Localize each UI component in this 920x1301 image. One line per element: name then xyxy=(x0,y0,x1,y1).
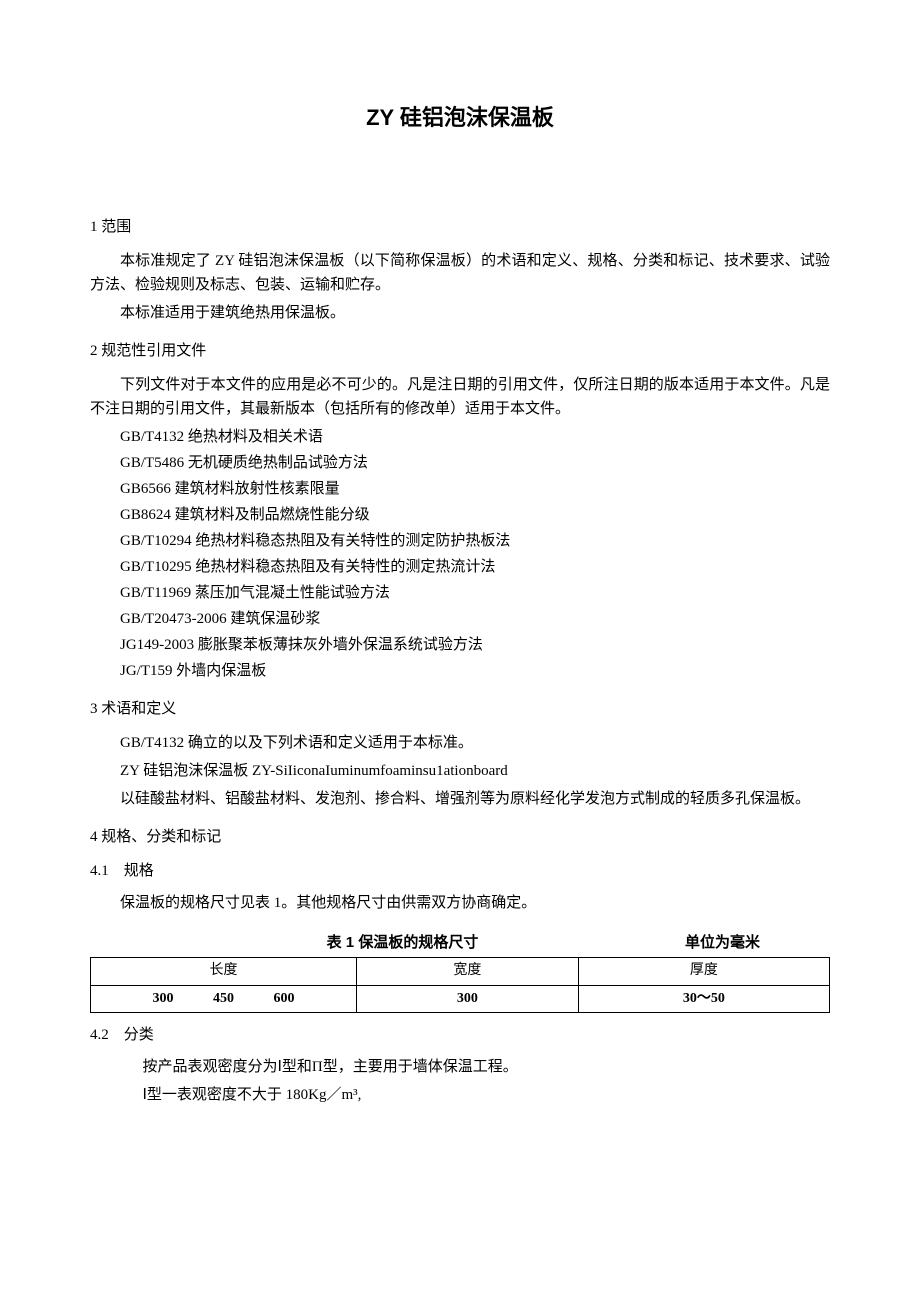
section-3-para-1: GB/T4132 确立的以及下列术语和定义适用于本标准。 xyxy=(90,731,830,755)
spec-table: 长度 宽度 厚度 300 450 600 300 30～50 xyxy=(90,957,830,1013)
section-3-heading: 3 术语和定义 xyxy=(90,697,830,721)
section-1-para-1: 本标准规定了 ZY 硅铝泡沫保温板（以下简称保温板）的术语和定义、规格、分类和标… xyxy=(90,249,830,297)
reference-item: GB6566 建筑材料放射性核素限量 xyxy=(120,477,830,501)
section-4-2-para-1: 按产品表观密度分为Ⅰ型和Π型，主要用于墙体保温工程。 xyxy=(113,1055,831,1079)
reference-item: GB/T20473-2006 建筑保温砂浆 xyxy=(120,607,830,631)
section-2-heading: 2 规范性引用文件 xyxy=(90,339,830,363)
section-4-heading: 4 规格、分类和标记 xyxy=(90,825,830,849)
table-header-width: 宽度 xyxy=(357,958,579,985)
reference-item: GB/T4132 绝热材料及相关术语 xyxy=(120,425,830,449)
table-cell-length: 300 450 600 xyxy=(91,985,357,1012)
section-4-1-heading: 4.1 规格 xyxy=(90,859,830,883)
length-value: 300 xyxy=(153,988,174,1010)
table-row: 长度 宽度 厚度 xyxy=(91,958,830,985)
section-3-para-2: ZY 硅铝泡沫保温板 ZY-SiIiconaIuminumfoaminsu1at… xyxy=(90,759,830,783)
table-header-row: 表 1 保温板的规格尺寸 单位为毫米 xyxy=(90,931,830,955)
reference-item: JG/T159 外墙内保温板 xyxy=(120,659,830,683)
reference-item: GB8624 建筑材料及制品燃烧性能分级 xyxy=(120,503,830,527)
section-4-2-para-2: Ⅰ型一表观密度不大于 180Kg／m³, xyxy=(113,1083,831,1107)
section-2-para-1: 下列文件对于本文件的应用是必不可少的。凡是注日期的引用文件，仅所注日期的版本适用… xyxy=(90,373,830,421)
table-header-length: 长度 xyxy=(91,958,357,985)
section-1-para-2: 本标准适用于建筑绝热用保温板。 xyxy=(90,301,830,325)
table-caption: 表 1 保温板的规格尺寸 xyxy=(120,931,685,955)
reference-item: GB/T11969 蒸压加气混凝土性能试验方法 xyxy=(120,581,830,605)
table-cell-width: 300 xyxy=(357,985,579,1012)
table-header-thickness: 厚度 xyxy=(578,958,829,985)
document-title: ZY 硅铝泡沫保温板 xyxy=(90,100,830,135)
reference-list: GB/T4132 绝热材料及相关术语 GB/T5486 无机硬质绝热制品试验方法… xyxy=(120,425,830,683)
section-3-para-3: 以硅酸盐材料、铝酸盐材料、发泡剂、掺合料、增强剂等为原料经化学发泡方式制成的轻质… xyxy=(90,787,830,811)
reference-item: GB/T10295 绝热材料稳态热阻及有关特性的测定热流计法 xyxy=(120,555,830,579)
reference-item: GB/T10294 绝热材料稳态热阻及有关特性的测定防护热板法 xyxy=(120,529,830,553)
section-1-heading: 1 范围 xyxy=(90,215,830,239)
table-unit: 单位为毫米 xyxy=(685,931,760,955)
section-4-2-heading: 4.2 分类 xyxy=(90,1023,830,1047)
section-4-1-para-1: 保温板的规格尺寸见表 1。其他规格尺寸由供需双方协商确定。 xyxy=(90,891,830,915)
reference-item: JG149-2003 膨胀聚苯板薄抹灰外墙外保温系统试验方法 xyxy=(120,633,830,657)
length-value: 450 xyxy=(213,988,234,1010)
length-value: 600 xyxy=(274,988,295,1010)
table-cell-thickness: 30～50 xyxy=(578,985,829,1012)
reference-item: GB/T5486 无机硬质绝热制品试验方法 xyxy=(120,451,830,475)
table-row: 300 450 600 300 30～50 xyxy=(91,985,830,1012)
